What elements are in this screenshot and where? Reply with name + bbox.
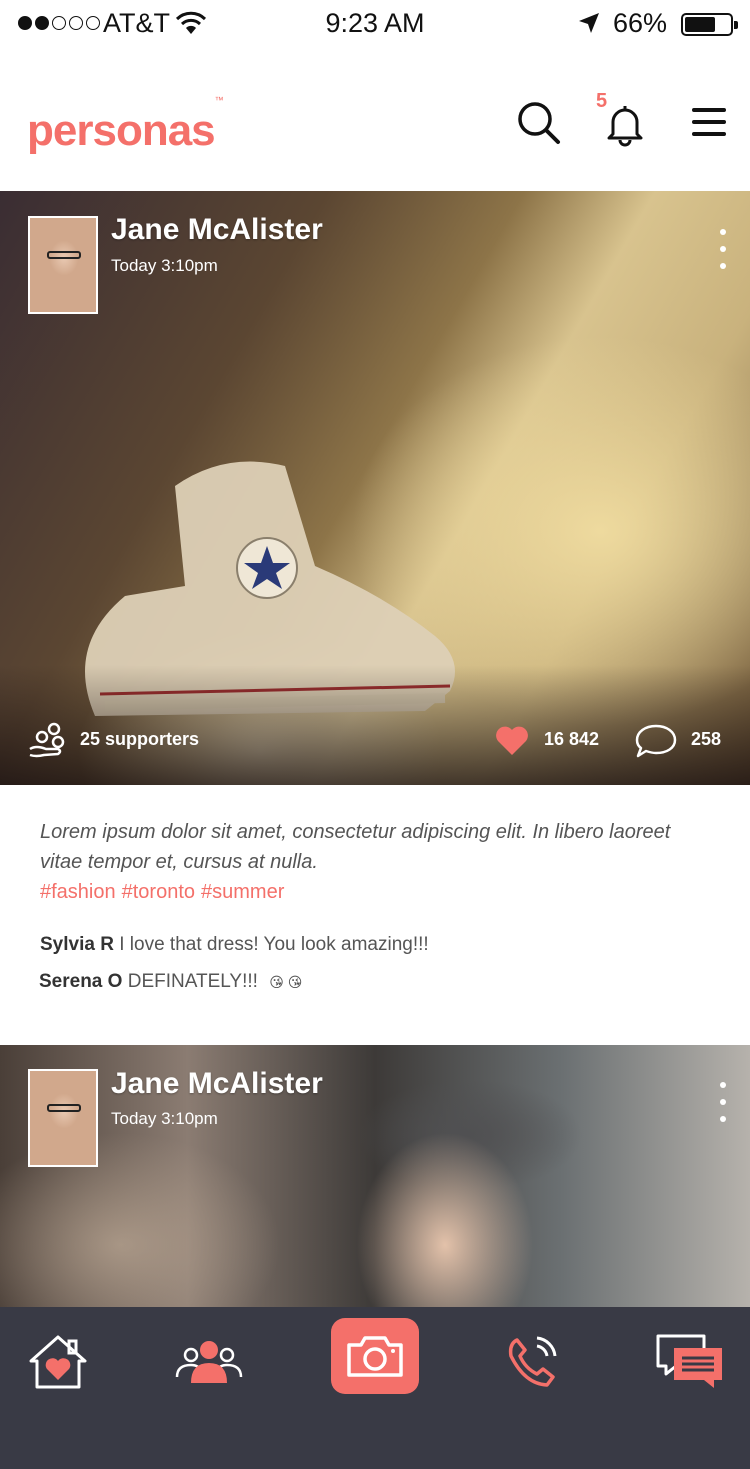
likes-count: 16 842 — [544, 729, 600, 749]
post-timestamp: Today 3:10pm — [111, 1109, 218, 1128]
comment-icon[interactable] — [634, 723, 678, 759]
more-options-icon[interactable] — [712, 1082, 734, 1122]
comment-text: DEFINATELY!!! — [127, 971, 258, 992]
post-author-name[interactable]: Jane McAlister — [111, 1067, 323, 1101]
comment-item: Sylvia R I love that dress! You look ama… — [40, 934, 429, 956]
people-icon — [175, 1341, 243, 1383]
battery-icon — [681, 13, 738, 36]
comment-item: Serena O DEFINATELY!!! 😘 😘 — [39, 971, 302, 993]
post-author-name[interactable]: Jane McAlister — [111, 213, 323, 247]
heart-icon[interactable] — [494, 725, 530, 757]
status-bar: AT&T 9:23 AM 66% — [0, 0, 750, 50]
bell-icon — [607, 106, 643, 147]
home-icon — [29, 1335, 87, 1389]
kiss-emoji: 😘 😘 — [269, 974, 303, 990]
logo-text: personas — [27, 106, 216, 155]
menu-button[interactable] — [686, 98, 736, 148]
bottom-tab-bar — [0, 1307, 750, 1469]
post-image[interactable]: Jane McAlister Today 3:10pm 25 supporter… — [0, 191, 750, 785]
search-button[interactable] — [514, 98, 564, 148]
post-caption: Lorem ipsum dolor sit amet, consectetur … — [40, 821, 671, 873]
tab-home[interactable] — [13, 1327, 103, 1397]
app-header: personas™ 5 — [0, 50, 750, 191]
post-image[interactable]: Jane McAlister Today 3:10pm — [0, 1045, 750, 1307]
supporters-icon — [29, 722, 65, 758]
author-avatar[interactable] — [28, 1069, 98, 1167]
app-logo[interactable]: personas™ — [27, 95, 224, 156]
tab-messages[interactable] — [645, 1327, 735, 1397]
post-timestamp: Today 3:10pm — [111, 256, 218, 275]
hashtag-link[interactable]: #fashion — [40, 881, 116, 903]
sneaker-illustration — [85, 461, 455, 716]
tab-camera[interactable] — [331, 1318, 419, 1394]
comment-text: I love that dress! You look amazing!!! — [119, 934, 429, 955]
author-avatar[interactable] — [28, 216, 98, 314]
camera-icon — [347, 1336, 403, 1377]
battery-percentage: 66% — [613, 8, 668, 38]
post-stats-bar: 25 supporters 16 842 258 — [0, 721, 750, 761]
hashtag-link[interactable]: #toronto — [122, 881, 195, 903]
post-hashtags: #fashion #toronto #summer — [40, 877, 290, 907]
comment-user[interactable]: Sylvia R — [40, 934, 114, 955]
location-arrow-icon — [577, 11, 601, 40]
notifications-button[interactable] — [600, 98, 650, 148]
comment-user[interactable]: Serena O — [39, 971, 122, 992]
menu-icon — [692, 108, 726, 136]
more-options-icon[interactable] — [712, 229, 734, 269]
phone-icon — [508, 1336, 557, 1387]
tab-calls[interactable] — [488, 1327, 578, 1397]
supporters-count[interactable]: 25 supporters — [80, 729, 199, 750]
tab-people[interactable] — [164, 1327, 254, 1397]
comments-count: 258 — [691, 729, 722, 749]
messages-icon — [656, 1334, 722, 1388]
hashtag-link[interactable]: #summer — [201, 881, 284, 903]
search-icon — [518, 102, 560, 144]
logo-trademark: ™ — [214, 95, 224, 106]
